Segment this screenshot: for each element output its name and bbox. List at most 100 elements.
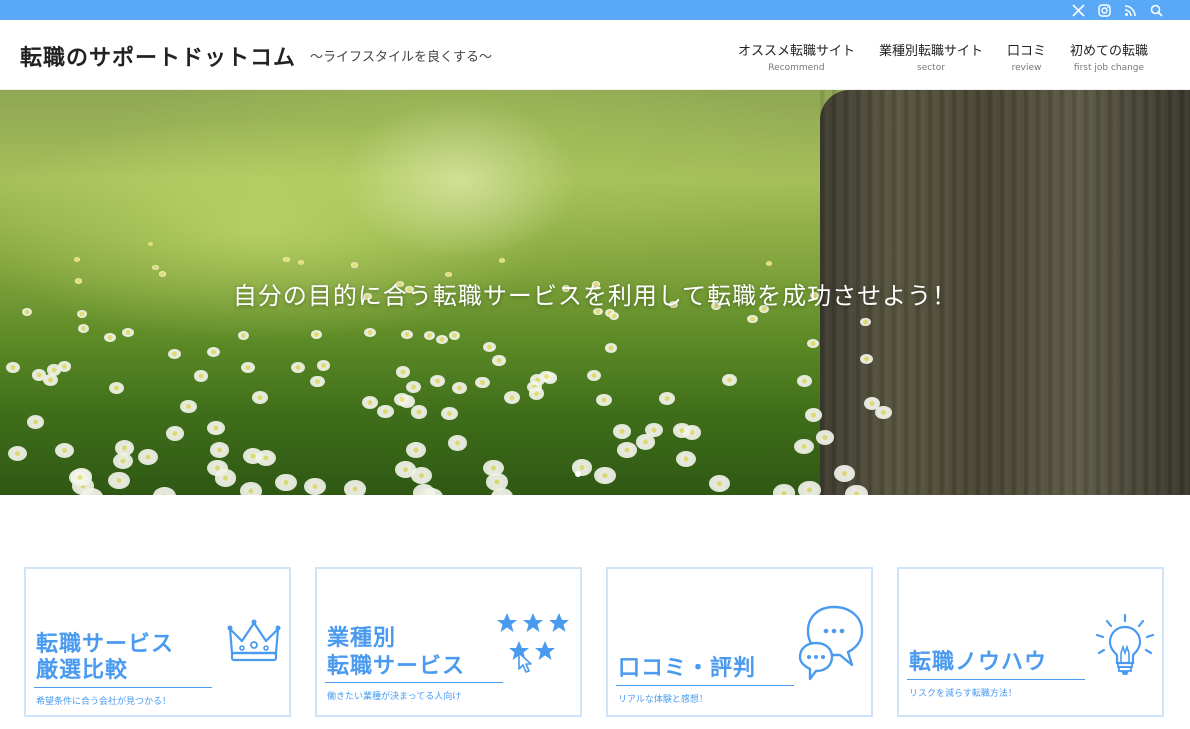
flower-decoration [76, 310, 87, 319]
flower-decoration [151, 265, 159, 271]
social-icons [1070, 0, 1164, 20]
flower-decoration [206, 420, 225, 435]
flower-decoration [193, 370, 208, 382]
nav-item-sector[interactable]: 業種別転職サイト sector [867, 40, 995, 73]
flower-decoration [475, 376, 491, 389]
flower-decoration [483, 342, 496, 353]
flower-decoration [420, 488, 444, 495]
flower-decoration [77, 323, 89, 333]
flower-decoration [251, 391, 268, 405]
flower-decoration [361, 396, 379, 410]
flower-decoration [765, 260, 773, 267]
flower-decoration [316, 359, 331, 371]
card-title-line2: 厳選比較 [36, 658, 129, 683]
flower-decoration [351, 262, 358, 268]
card-title-line2: 転職サービス [327, 654, 466, 679]
flower-decoration [708, 474, 731, 493]
flower-decoration [406, 442, 426, 458]
flower-decoration [148, 241, 154, 246]
card-title-line1: 業種別 [327, 626, 397, 651]
flower-decoration [410, 405, 428, 419]
flower-decoration [499, 258, 506, 264]
flower-decoration [528, 387, 545, 400]
flower-decoration [241, 362, 255, 374]
flower-decoration [7, 445, 28, 462]
nav-item-label: 初めての転職 [1069, 44, 1148, 59]
card-caption: 働きたい業種が決まってる人向け [327, 692, 462, 702]
card-industry-job-service[interactable]: 業種別 転職サービス 働きたい業種が決まってる人向け [315, 567, 582, 717]
flower-decoration [364, 327, 376, 337]
flower-decoration [675, 450, 696, 467]
flower-decoration [108, 381, 124, 394]
flower-decoration [430, 374, 445, 387]
flower-decoration [794, 438, 814, 455]
flower-decoration [274, 473, 297, 492]
flower-decoration [165, 426, 184, 442]
site-title[interactable]: 転職のサポートドットコム [20, 40, 296, 72]
flower-decoration [587, 369, 602, 382]
card-job-service-comparison[interactable]: 転職サービス 厳選比較 希望条件に合う会社が見つかる！ [24, 567, 291, 717]
flower-decoration [304, 477, 327, 495]
flower-decoration [806, 338, 819, 349]
search-icon[interactable] [1148, 2, 1164, 18]
card-underline [907, 679, 1085, 680]
flower-decoration [645, 422, 664, 438]
flower-decoration [772, 484, 796, 495]
flower-decoration [492, 355, 506, 366]
flower-decoration [54, 442, 75, 459]
flower-decoration [6, 362, 21, 374]
flower-decoration [659, 392, 676, 405]
flower-decoration [395, 366, 410, 378]
card-job-know-how[interactable]: 転職ノウハウ リスクを減らす転職方法！ [897, 567, 1164, 717]
card-underline [616, 685, 794, 686]
flower-decoration [797, 375, 813, 387]
card-underline [34, 687, 212, 688]
flower-decoration [26, 414, 45, 429]
flower-decoration [122, 327, 134, 337]
card-title-line1: 転職ノウハウ [909, 650, 1048, 675]
flower-decoration [114, 440, 134, 456]
flower-decoration [240, 482, 263, 495]
top-bar [0, 0, 1190, 20]
feature-cards: 転職サービス 厳選比較 希望条件に合う会社が見つかる！ 業種別 転職サービス 働… [24, 567, 1164, 717]
flower-decoration [595, 393, 612, 407]
flower-decoration [291, 361, 306, 373]
card-reviews[interactable]: 口コミ・評判 リアルな体験と感想！ [606, 567, 873, 717]
site-tagline: 〜ライフスタイルを良くする〜 [310, 50, 493, 65]
nav-item-sublabel: review [1011, 63, 1042, 73]
card-caption: 希望条件に合う会社が見つかる！ [36, 697, 172, 707]
flower-decoration [103, 333, 116, 343]
flower-decoration [209, 442, 230, 459]
flower-decoration [594, 466, 616, 484]
flower-decoration [297, 260, 304, 266]
flower-decoration [46, 364, 61, 376]
flower-decoration [863, 396, 880, 411]
flower-decoration [436, 334, 449, 345]
flower-decoration [206, 459, 228, 477]
flower-decoration [617, 441, 637, 458]
slider-pagination-dot[interactable] [575, 471, 581, 477]
hero-light-glow [340, 100, 580, 260]
flower-decoration [167, 348, 181, 359]
nav-item-sublabel: sector [917, 63, 945, 73]
flower-decoration [405, 380, 421, 393]
flower-decoration [207, 346, 220, 357]
rss-icon[interactable] [1122, 2, 1138, 18]
flower-decoration [747, 314, 758, 324]
flower-decoration [309, 375, 325, 388]
crown-icon [227, 619, 281, 662]
speech-bubbles-icon [798, 605, 864, 681]
flower-decoration [604, 342, 618, 353]
main-nav: オススメ転職サイト Recommend 業種別転職サイト sector 口コミ … [726, 40, 1160, 73]
instagram-icon[interactable] [1096, 2, 1112, 18]
flower-decoration [798, 480, 821, 495]
nav-item-first-job-change[interactable]: 初めての転職 first job change [1058, 40, 1160, 73]
nav-item-label: 口コミ [1006, 44, 1046, 59]
nav-item-sublabel: first job change [1073, 63, 1145, 73]
nav-item-recommend[interactable]: オススメ転職サイト Recommend [726, 40, 867, 73]
flower-decoration [490, 488, 514, 495]
x-icon[interactable] [1070, 2, 1086, 18]
nav-item-review[interactable]: 口コミ review [995, 40, 1058, 73]
flower-decoration [722, 374, 738, 387]
flower-decoration [344, 480, 367, 495]
